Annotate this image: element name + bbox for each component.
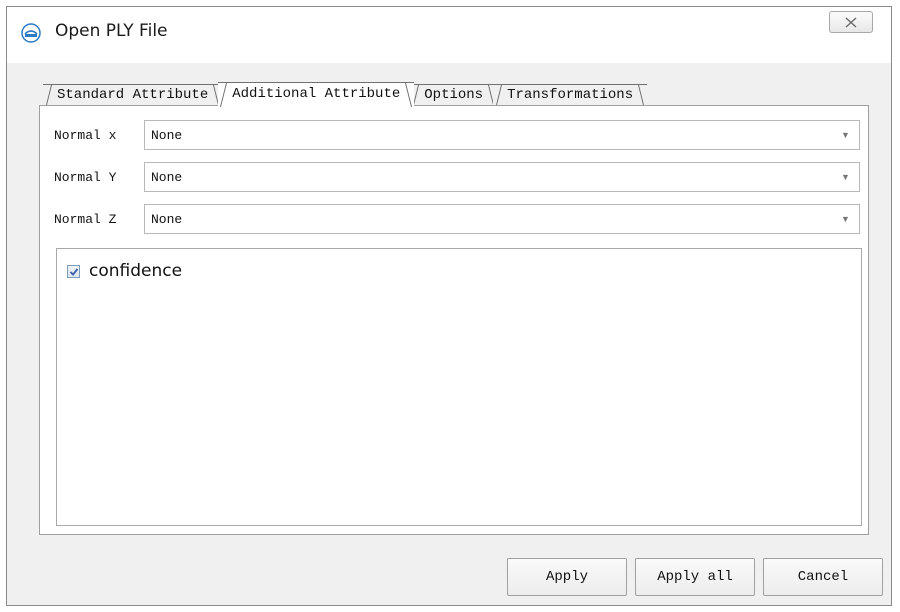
title-bar: Open PLY File: [7, 7, 891, 63]
chevron-down-icon: ▼: [841, 130, 850, 140]
chevron-down-icon: ▼: [841, 214, 850, 224]
app-logo-icon: [21, 23, 41, 43]
list-item-confidence[interactable]: confidence: [67, 259, 182, 283]
cancel-button[interactable]: Cancel: [763, 558, 883, 596]
normal-x-value: None: [151, 128, 183, 143]
dialog-window: Open PLY File Standard Attribute Additio…: [6, 6, 892, 606]
window-title: Open PLY File: [55, 21, 168, 41]
normal-x-label: Normal x: [54, 128, 117, 143]
apply-all-button[interactable]: Apply all: [635, 558, 755, 596]
dialog-content: Standard Attribute Additional Attribute …: [23, 63, 885, 601]
checkmark-icon: [69, 267, 79, 276]
normal-y-label: Normal Y: [54, 170, 117, 185]
normal-z-row: Normal Z None ▼: [54, 204, 860, 236]
tab-additional-attribute[interactable]: Additional Attribute: [218, 82, 415, 106]
normal-x-select[interactable]: None ▼: [144, 120, 860, 150]
chevron-down-icon: ▼: [841, 172, 850, 182]
attributes-list: confidence: [56, 248, 862, 526]
confidence-label: confidence: [89, 261, 183, 281]
normal-y-value: None: [151, 170, 183, 185]
normal-y-select[interactable]: None ▼: [144, 162, 860, 192]
normal-y-row: Normal Y None ▼: [54, 162, 860, 194]
normal-z-select[interactable]: None ▼: [144, 204, 860, 234]
normal-x-row: Normal x None ▼: [54, 120, 860, 152]
confidence-checkbox[interactable]: [67, 264, 80, 278]
normal-z-value: None: [151, 212, 183, 227]
close-button[interactable]: [829, 11, 873, 33]
close-icon: [845, 16, 857, 28]
tab-transformations[interactable]: Transformations: [493, 84, 648, 105]
tab-options[interactable]: Options: [410, 84, 498, 105]
normal-z-label: Normal Z: [54, 212, 117, 227]
tab-bar: Standard Attribute Additional Attribute …: [43, 82, 648, 106]
tab-standard-attribute[interactable]: Standard Attribute: [43, 84, 223, 105]
additional-attribute-panel: Normal x None ▼ Normal Y None ▼ Normal Z…: [39, 105, 869, 535]
apply-button[interactable]: Apply: [507, 558, 627, 596]
